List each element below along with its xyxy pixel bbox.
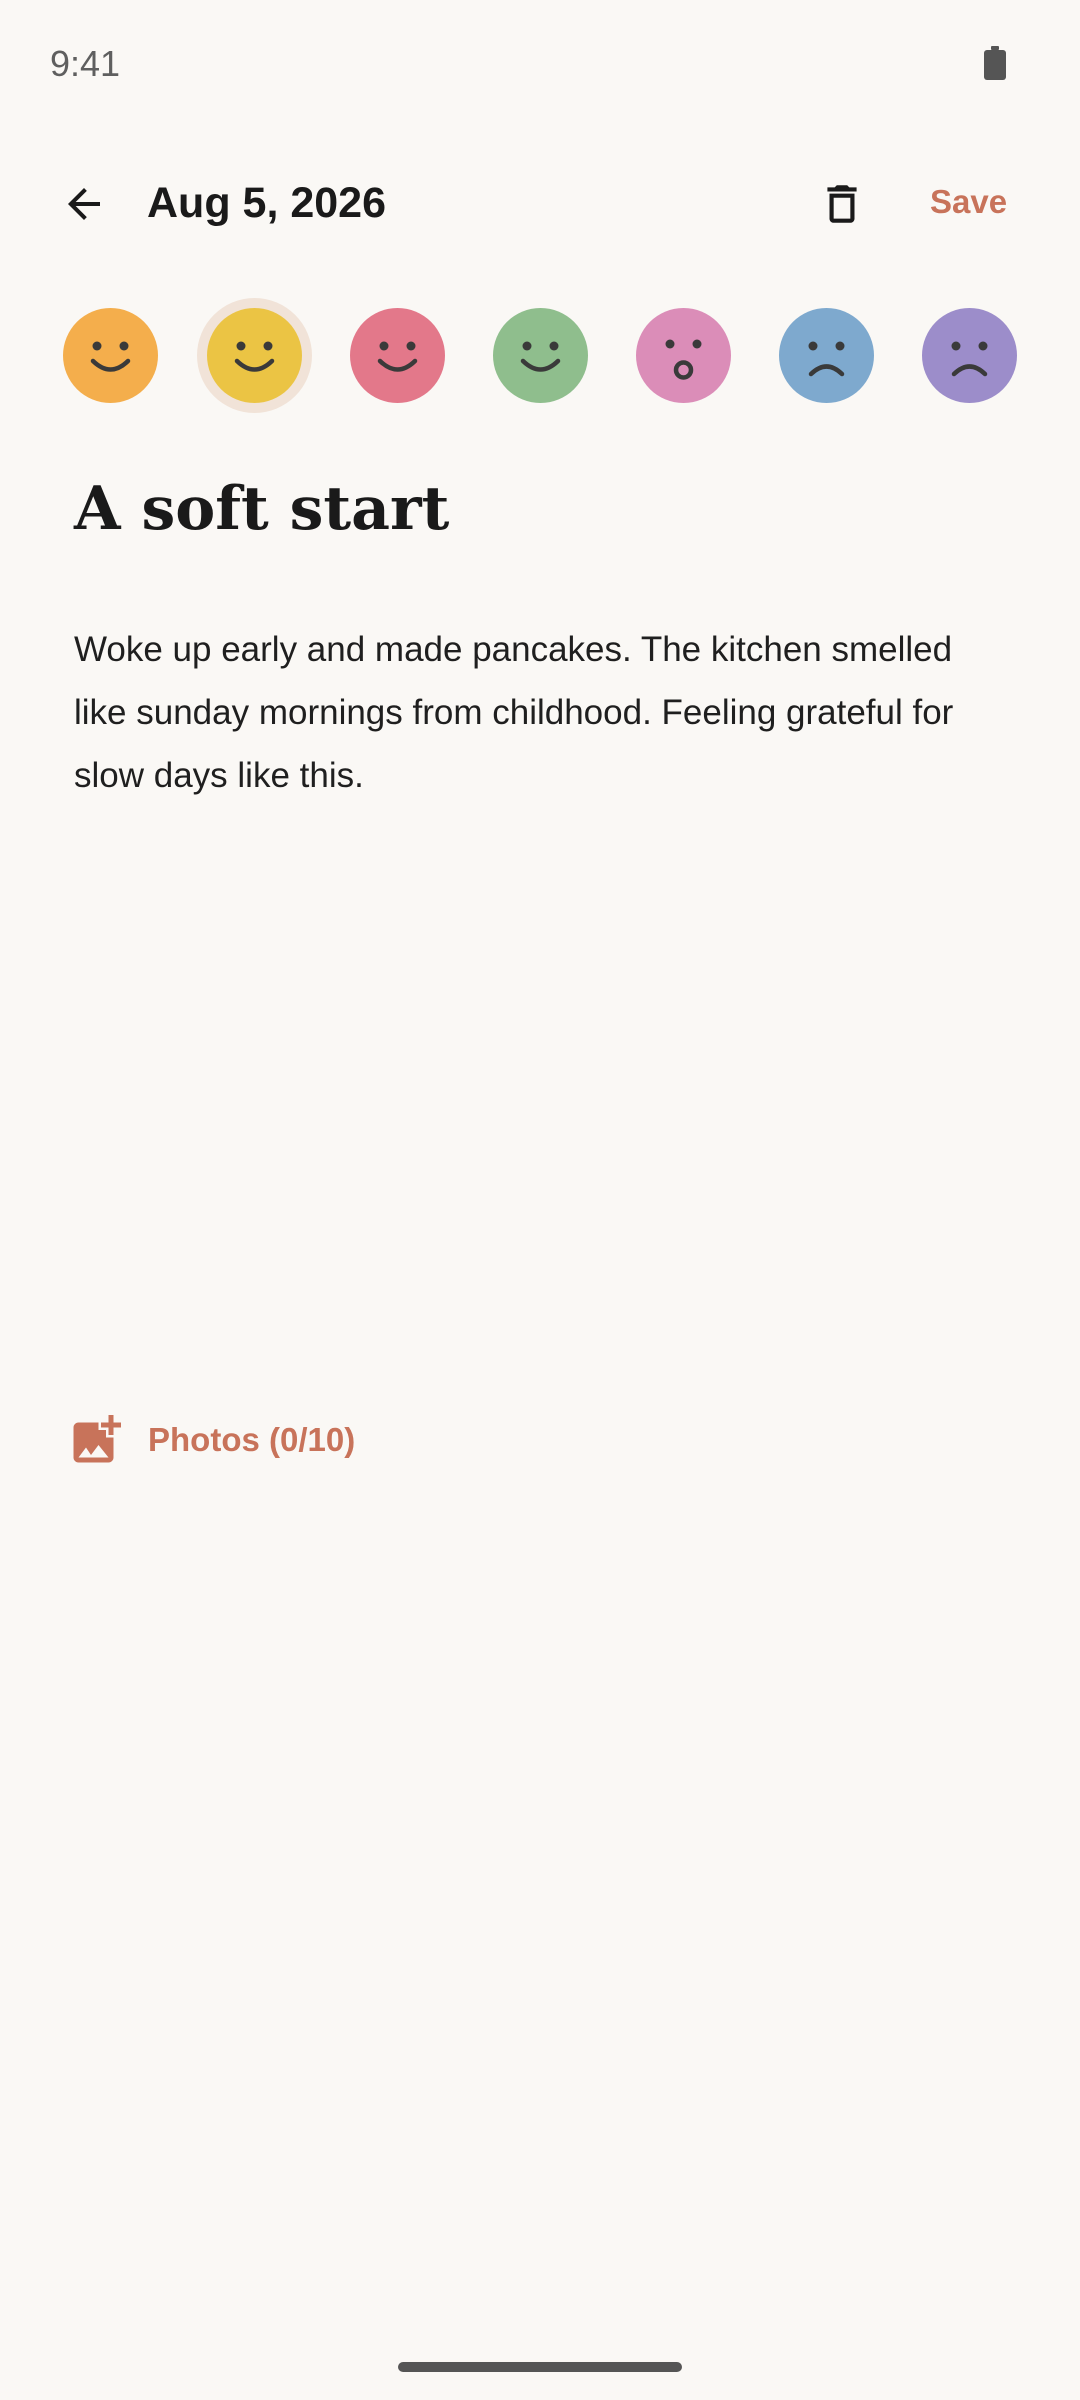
- mood-option-sad-purple[interactable]: [922, 308, 1017, 403]
- back-button[interactable]: [52, 172, 116, 236]
- status-time: 9:41: [50, 43, 121, 84]
- mood-option-happy-orange[interactable]: [63, 308, 158, 403]
- battery-full-icon: [984, 46, 1006, 80]
- sad-face-icon: [951, 341, 988, 377]
- save-button[interactable]: Save: [930, 180, 1007, 224]
- home-indicator[interactable]: [398, 2362, 682, 2372]
- smile-face-icon: [90, 341, 131, 372]
- mood-option-surprised[interactable]: [636, 308, 731, 403]
- add-photos-button[interactable]: Photos (0/10): [66, 1402, 355, 1478]
- sad-face-icon: [808, 341, 845, 377]
- mood-selector: [0, 300, 1080, 412]
- smile-face-icon: [520, 341, 561, 372]
- smile-face-icon: [377, 341, 418, 372]
- photos-label: Photos (0/10): [148, 1421, 356, 1458]
- add-photo-icon: [73, 1415, 121, 1463]
- entry-body-text[interactable]: Woke up early and made pancakes. The kit…: [74, 618, 1014, 807]
- mood-option-happy-red[interactable]: [350, 308, 445, 403]
- delete-button[interactable]: [810, 172, 874, 236]
- smile-face-icon: [234, 341, 275, 372]
- arrow-back-icon: [68, 188, 100, 220]
- entry-date: Aug 5, 2026: [147, 179, 386, 227]
- entry-title[interactable]: A soft start: [74, 470, 449, 548]
- trash-icon: [827, 185, 857, 223]
- mood-option-happy-yellow[interactable]: [207, 308, 302, 403]
- mood-option-happy-green[interactable]: [493, 308, 588, 403]
- surprised-face-icon: [665, 339, 702, 380]
- app-bar: Aug 5, 2026 Save: [0, 160, 1080, 244]
- status-bar: 9:41: [0, 0, 1080, 130]
- mood-option-sad-blue[interactable]: [779, 308, 874, 403]
